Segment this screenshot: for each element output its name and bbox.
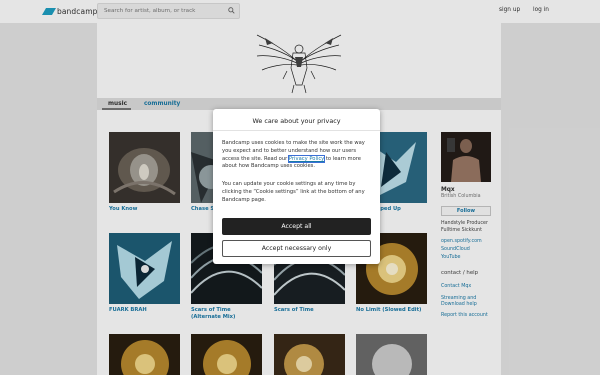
cookie-consent-dialog: We care about your privacy Bandcamp uses… [213,109,380,264]
accept-all-button[interactable]: Accept all [222,218,371,235]
dialog-title: We care about your privacy [252,117,341,125]
dialog-divider [213,130,380,131]
privacy-policy-link[interactable]: Privacy Policy [287,154,326,163]
dialog-paragraph: You can update your cookie settings at a… [222,181,365,203]
accept-necessary-button[interactable]: Accept necessary only [222,240,371,257]
dialog-paragraph: Bandcamp uses cookies to make the site w… [222,140,374,171]
